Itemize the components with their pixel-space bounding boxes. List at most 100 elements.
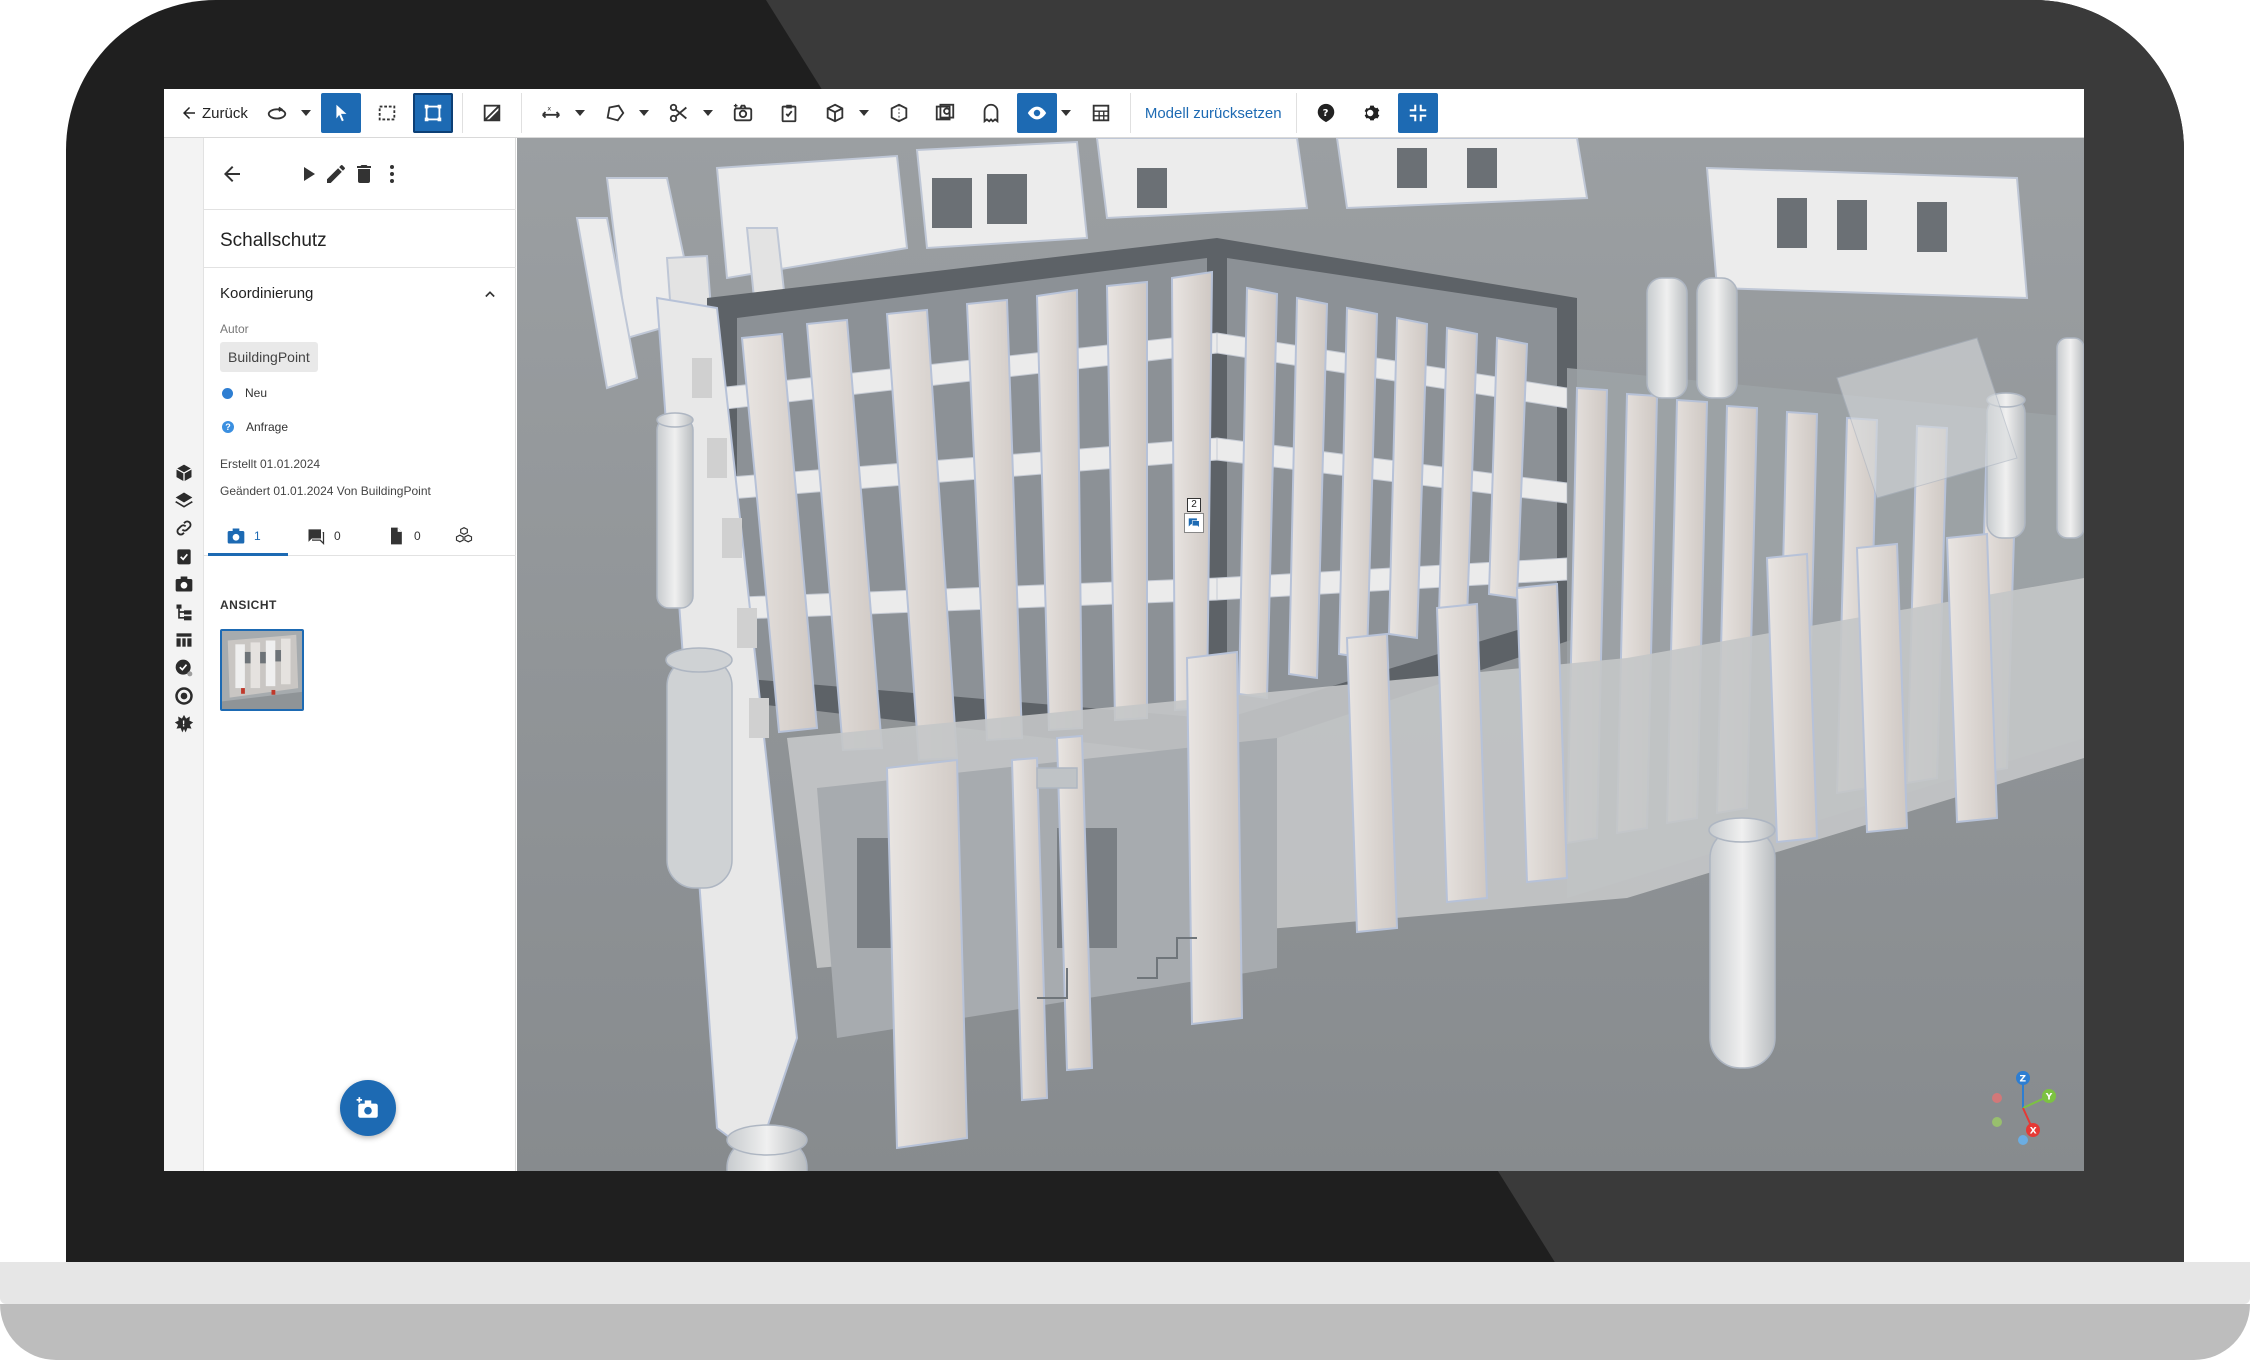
- question-icon: ?: [222, 421, 234, 433]
- camera-icon[interactable]: [174, 574, 194, 594]
- axis-y-label: Y: [2045, 1093, 2053, 1103]
- tab-comments-count: 0: [334, 529, 341, 543]
- caret-down-icon: [300, 110, 311, 116]
- visibility-button[interactable]: [1016, 93, 1057, 133]
- bounding-box-button[interactable]: [412, 93, 453, 133]
- camera-plus-icon: [733, 103, 753, 122]
- view-cube-dropdown[interactable]: [858, 93, 870, 133]
- clip-dropdown[interactable]: [702, 93, 714, 133]
- bounding-box-icon: [424, 104, 442, 122]
- clash-icon[interactable]: !: [174, 714, 194, 734]
- compress-icon: [1409, 104, 1426, 122]
- measure-icon: x: [541, 104, 560, 119]
- section-plane-icon: [483, 104, 501, 122]
- section-coordination-title[interactable]: Koordinierung: [220, 285, 313, 302]
- link-icon[interactable]: [174, 518, 194, 538]
- tab-comments[interactable]: 0: [306, 516, 341, 556]
- isolate-button[interactable]: [879, 93, 919, 133]
- trash-icon[interactable]: [352, 162, 376, 186]
- edit-pencil-icon[interactable]: [324, 162, 348, 186]
- cube-outline-icon: [826, 103, 844, 123]
- arrow-left-icon: [183, 107, 195, 119]
- axis-gizmo[interactable]: Z Y X: [1983, 1068, 2063, 1148]
- issue-marker[interactable]: 2: [1181, 498, 1209, 534]
- chevron-up-icon[interactable]: [480, 284, 500, 304]
- panel-header: [204, 138, 516, 210]
- marker-count-badge: 2: [1187, 498, 1201, 512]
- orbit-icon: [267, 106, 287, 120]
- dashed-rectangle-icon: [378, 105, 396, 121]
- toolbar-separator: [461, 93, 463, 133]
- add-snapshot-button[interactable]: [340, 1080, 396, 1136]
- box-select-button[interactable]: [367, 93, 407, 133]
- caret-down-icon: [702, 110, 713, 116]
- back-button[interactable]: Zurück: [174, 94, 254, 132]
- axis-x-label: X: [2030, 1127, 2037, 1137]
- panel-tabs: 1 0 0: [204, 516, 516, 556]
- add-todo-button[interactable]: [769, 93, 809, 133]
- section-plane-button[interactable]: [472, 93, 512, 133]
- issue-ring-icon[interactable]: [174, 686, 194, 706]
- measure-button[interactable]: x: [531, 93, 571, 133]
- play-icon[interactable]: [296, 162, 320, 186]
- orbit-button[interactable]: [257, 93, 297, 133]
- caret-down-icon: [574, 110, 585, 116]
- building-model-render: [517, 138, 2084, 1171]
- floor-plan-button[interactable]: [1081, 93, 1121, 133]
- clipboard-check-icon: [781, 104, 797, 123]
- eye-icon: [1027, 106, 1047, 120]
- help-button[interactable]: ?: [1306, 93, 1346, 133]
- model-view-button[interactable]: [925, 93, 965, 133]
- type-row: ? Anfrage: [222, 420, 288, 434]
- main-toolbar: Zurück x Modell zurücksetzen ?: [164, 89, 2084, 138]
- markup-shape-button[interactable]: [595, 93, 635, 133]
- camera-icon: [227, 528, 245, 544]
- 3d-viewport[interactable]: 2 Z Y X: [517, 138, 2084, 1171]
- cubes-icon: [455, 527, 473, 543]
- author-chip: BuildingPoint: [220, 342, 318, 372]
- more-vertical-icon[interactable]: [380, 162, 404, 186]
- comment-icon: [308, 529, 325, 546]
- settings-button[interactable]: [1352, 93, 1392, 133]
- collapse-button[interactable]: [1397, 93, 1438, 133]
- cube-transparent-icon: [890, 103, 908, 123]
- tab-documents[interactable]: 0: [386, 516, 421, 556]
- laptop-frame: Zurück x Modell zurücksetzen ? ! Schalls…: [0, 0, 2250, 1360]
- tree-structure-icon[interactable]: [174, 602, 194, 622]
- markup-shape-dropdown[interactable]: [638, 93, 650, 133]
- tab-snapshots[interactable]: 1: [226, 516, 261, 556]
- divider: [204, 267, 516, 268]
- select-pointer-button[interactable]: [320, 93, 361, 133]
- scissors-icon: [669, 103, 687, 123]
- pointer-icon: [336, 104, 347, 122]
- clip-button[interactable]: [659, 93, 699, 133]
- ghost-icon: [983, 103, 999, 124]
- caret-down-icon: [858, 110, 869, 116]
- view-cube-button[interactable]: [815, 93, 855, 133]
- measure-dropdown[interactable]: [574, 93, 586, 133]
- back-label: Zurück: [202, 104, 248, 122]
- laptop-base-top: [0, 1262, 2250, 1304]
- snapshot-button[interactable]: [723, 93, 763, 133]
- orbit-dropdown[interactable]: [300, 93, 312, 133]
- topic-title: Schallschutz: [220, 230, 327, 251]
- created-date: Erstellt 01.01.2024: [220, 457, 321, 471]
- reset-model-button[interactable]: Modell zurücksetzen: [1137, 93, 1290, 133]
- status-dot-icon: [222, 387, 233, 399]
- check-circle-icon[interactable]: [174, 658, 194, 678]
- layers-icon[interactable]: [174, 490, 194, 510]
- laptop-base-bottom: [0, 1304, 2250, 1360]
- toolbar-separator: [520, 93, 522, 133]
- back-arrow-icon[interactable]: [220, 162, 244, 186]
- status-text: Neu: [245, 386, 268, 400]
- table-icon[interactable]: [174, 630, 194, 650]
- comment-marker-icon: [1184, 513, 1204, 533]
- snapshot-thumbnail[interactable]: [220, 629, 304, 711]
- clipboard-check-icon[interactable]: [174, 546, 194, 566]
- modified-date: Geändert 01.01.2024 Von BuildingPoint: [220, 484, 431, 498]
- visibility-dropdown[interactable]: [1060, 93, 1072, 133]
- ghost-mode-button[interactable]: [971, 93, 1011, 133]
- model-cube-icon[interactable]: [174, 463, 194, 483]
- tab-components[interactable]: [454, 516, 474, 556]
- caret-down-icon: [638, 110, 649, 116]
